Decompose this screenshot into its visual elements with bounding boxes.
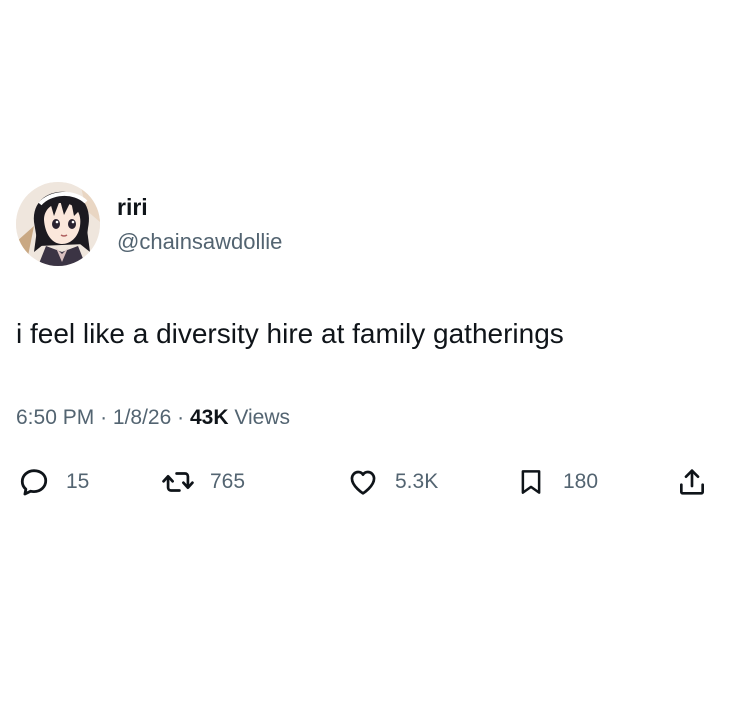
share-button[interactable] — [674, 462, 710, 502]
reply-icon — [16, 464, 52, 500]
retweet-button[interactable]: 765 — [160, 462, 245, 502]
retweet-count: 765 — [210, 470, 246, 493]
tweet-time[interactable]: 6:50 PM — [16, 406, 94, 429]
meta-separator: · — [100, 406, 108, 429]
bookmark-icon — [513, 464, 549, 500]
like-button[interactable]: 5.3K — [345, 462, 438, 502]
heart-icon — [345, 464, 381, 500]
reply-count: 15 — [66, 470, 90, 493]
bookmark-count: 180 — [563, 470, 599, 493]
anime-character-avatar-icon — [16, 182, 100, 266]
user-handle[interactable]: @chainsawdollie — [117, 229, 282, 255]
tweet-text: i feel like a diversity hire at family g… — [16, 318, 564, 349]
views-count: 43K — [189, 406, 229, 429]
tweet-date[interactable]: 1/8/26 — [113, 406, 171, 429]
meta-separator: · — [177, 406, 185, 429]
views-label: Views — [234, 406, 290, 429]
display-name[interactable]: riri — [117, 194, 148, 220]
retweet-icon — [160, 464, 196, 500]
share-icon — [674, 464, 710, 500]
reply-button[interactable]: 15 — [16, 462, 89, 502]
tweet-metadata: 6:50 PM · 1/8/26 · 43K Views — [16, 405, 290, 431]
bookmark-button[interactable]: 180 — [513, 462, 598, 502]
like-count: 5.3K — [395, 470, 439, 493]
avatar[interactable] — [16, 182, 100, 266]
tweet-card: riri @chainsawdollie i feel like a diver… — [0, 0, 735, 719]
